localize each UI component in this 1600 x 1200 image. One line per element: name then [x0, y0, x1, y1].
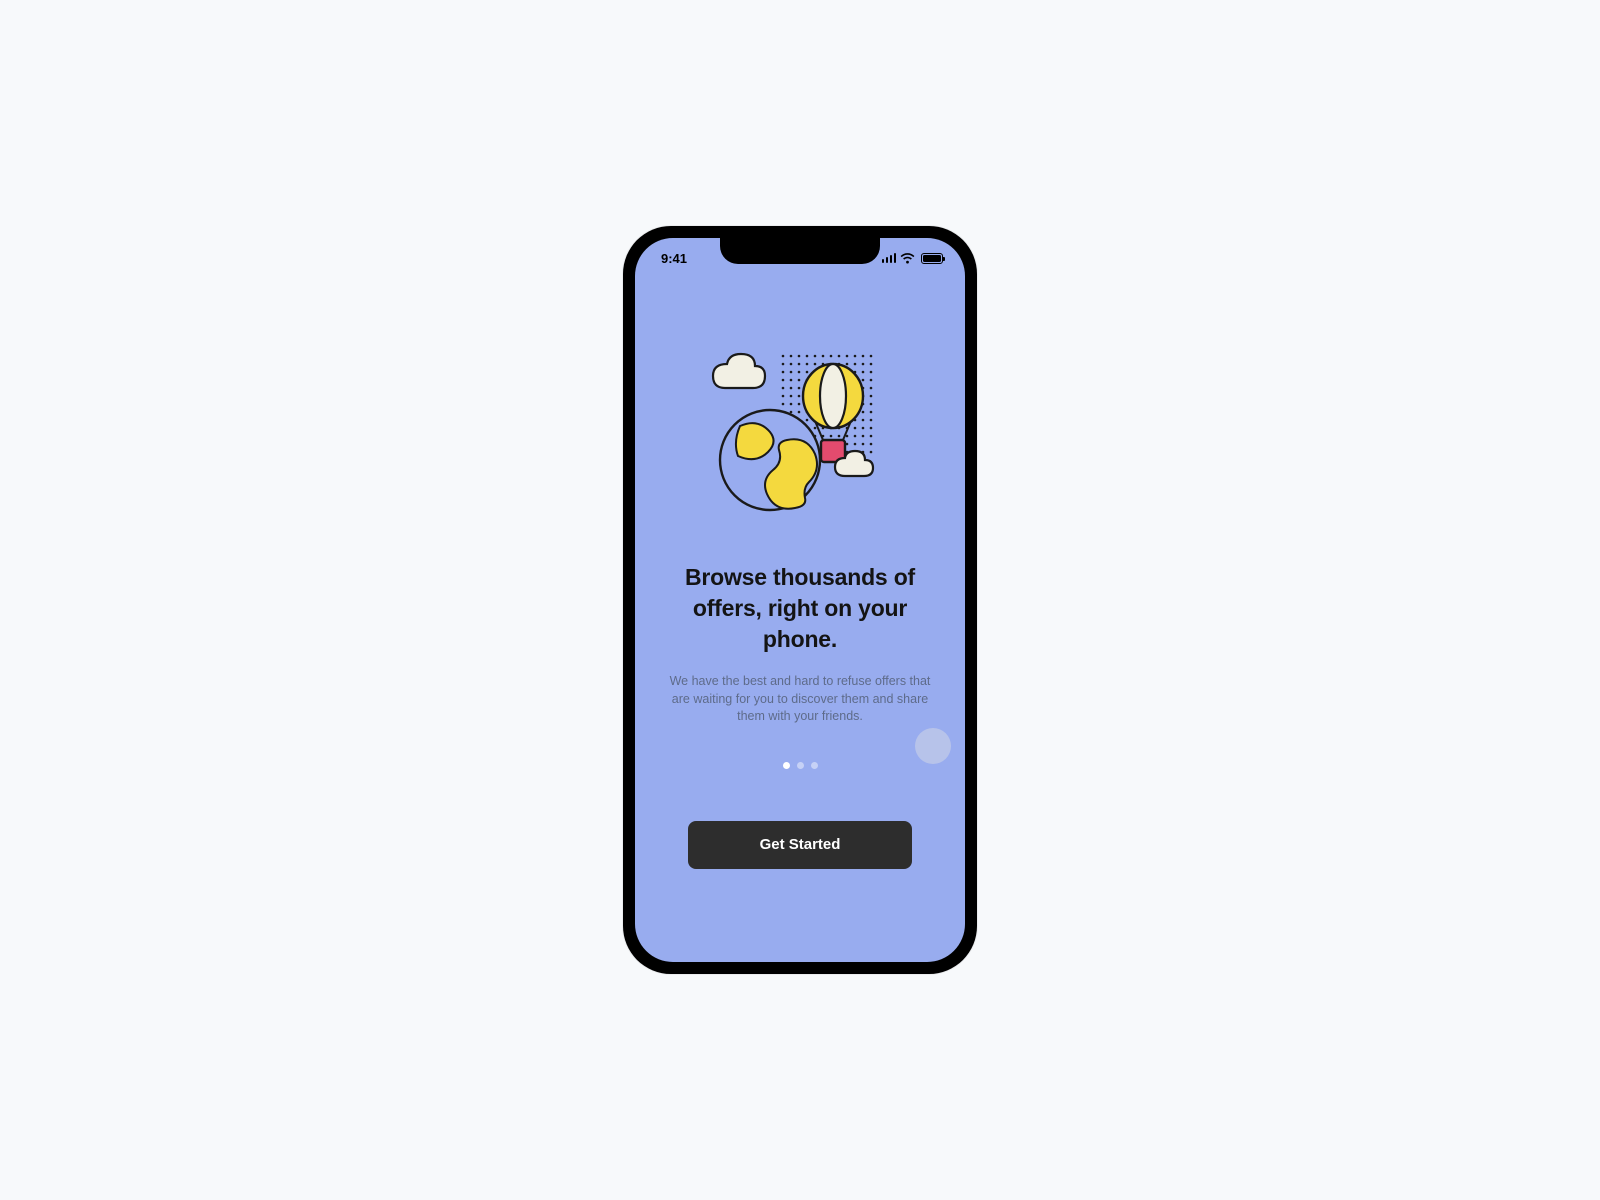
status-indicators: [882, 253, 944, 264]
status-time: 9:41: [661, 251, 687, 266]
touch-indicator-icon: [915, 728, 951, 764]
device-notch: [720, 238, 880, 264]
onboarding-content[interactable]: Browse thousands of offers, right on you…: [635, 278, 965, 962]
cellular-signal-icon: [882, 253, 897, 263]
phone-screen: 9:41: [635, 238, 965, 962]
phone-device-frame: 9:41: [623, 226, 977, 974]
get-started-button[interactable]: Get Started: [688, 821, 912, 869]
onboarding-headline: Browse thousands of offers, right on you…: [655, 562, 945, 655]
page-dot-3[interactable]: [811, 762, 818, 769]
globe-balloon-clouds-illustration: [705, 348, 895, 518]
onboarding-subtext: We have the best and hard to refuse offe…: [655, 673, 945, 726]
page-dot-2[interactable]: [797, 762, 804, 769]
battery-icon: [921, 253, 943, 264]
page-indicator[interactable]: [783, 762, 818, 769]
wifi-icon: [900, 253, 915, 264]
page-dot-1[interactable]: [783, 762, 790, 769]
